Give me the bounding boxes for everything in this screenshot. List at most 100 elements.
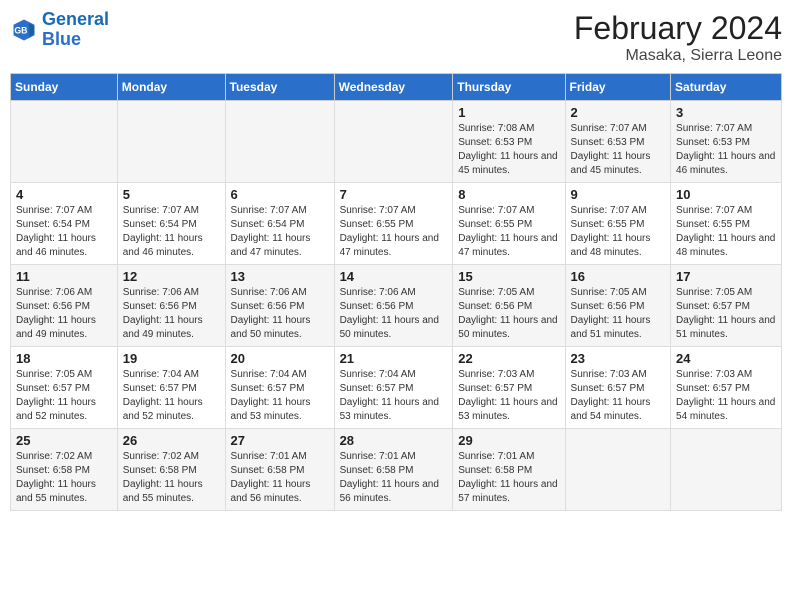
calendar-cell: [334, 101, 453, 183]
calendar-cell: 17 Sunrise: 7:05 AMSunset: 6:57 PMDayligh…: [671, 265, 782, 347]
calendar-cell: 6Sunrise: 7:07 AMSunset: 6:54 PMDaylight…: [225, 183, 334, 265]
week-row-1: 1Sunrise: 7:08 AMSunset: 6:53 PMDaylight…: [11, 101, 782, 183]
week-row-5: 25 Sunrise: 7:02 AMSunset: 6:58 PMDayligh…: [11, 429, 782, 511]
day-number: 17: [676, 269, 776, 284]
week-row-4: 18Sunrise: 7:05 AMSunset: 6:57 PMDayligh…: [11, 347, 782, 429]
calendar-cell: 10Sunrise: 7:07 AMSunset: 6:55 PMDayligh…: [671, 183, 782, 265]
day-number: 2: [571, 105, 666, 120]
day-number: 27: [231, 433, 329, 448]
day-info: Sunrise: 7:04 AMSunset: 6:57 PMDaylight:…: [123, 368, 220, 424]
day-number: 23: [571, 351, 666, 366]
day-info: Sunrise: 7:03 AMSunset: 6:57 PMDaylight:…: [458, 368, 559, 424]
day-number: 25: [16, 433, 112, 448]
header-cell-wednesday: Wednesday: [334, 74, 453, 101]
day-info: Sunrise: 7:02 AMSunset: 6:58 PMDaylight:…: [123, 450, 220, 506]
calendar-cell: 27 Sunrise: 7:01 AMSunset: 6:58 PMDayligh…: [225, 429, 334, 511]
week-row-2: 4Sunrise: 7:07 AMSunset: 6:54 PMDaylight…: [11, 183, 782, 265]
day-info: Sunrise: 7:01 AMSunset: 6:58 PMDaylight:…: [231, 450, 329, 506]
day-info: Sunrise: 7:03 AMSunset: 6:57 PMDaylight:…: [571, 368, 666, 424]
calendar-cell: 1Sunrise: 7:08 AMSunset: 6:53 PMDaylight…: [453, 101, 565, 183]
title-section: February 2024 Masaka, Sierra Leone: [574, 10, 782, 65]
day-number: 3: [676, 105, 776, 120]
day-info: Sunrise: 7:07 AMSunset: 6:55 PMDaylight:…: [458, 204, 559, 260]
calendar-cell: 9 Sunrise: 7:07 AMSunset: 6:55 PMDaylight…: [565, 183, 671, 265]
day-number: 29: [458, 433, 559, 448]
calendar-cell: [671, 429, 782, 511]
day-number: 11: [16, 269, 112, 284]
day-info: Sunrise: 7:06 AMSunset: 6:56 PMDaylight:…: [123, 286, 220, 342]
day-info: Sunrise: 7:04 AMSunset: 6:57 PMDaylight:…: [231, 368, 329, 424]
subtitle: Masaka, Sierra Leone: [574, 47, 782, 65]
day-info: Sunrise: 7:07 AMSunset: 6:55 PMDaylight:…: [340, 204, 448, 260]
day-number: 19: [123, 351, 220, 366]
calendar-cell: 23 Sunrise: 7:03 AMSunset: 6:57 PMDayligh…: [565, 347, 671, 429]
day-number: 1: [458, 105, 559, 120]
calendar-cell: 12 Sunrise: 7:06 AMSunset: 6:56 PMDayligh…: [117, 265, 225, 347]
main-title: February 2024: [574, 10, 782, 47]
calendar-cell: 21 Sunrise: 7:04 AMSunset: 6:57 PMDayligh…: [334, 347, 453, 429]
day-number: 22: [458, 351, 559, 366]
calendar-cell: 14Sunrise: 7:06 AMSunset: 6:56 PMDayligh…: [334, 265, 453, 347]
day-info: Sunrise: 7:07 AMSunset: 6:55 PMDaylight:…: [571, 204, 666, 260]
day-number: 26: [123, 433, 220, 448]
day-info: Sunrise: 7:05 AMSunset: 6:56 PMDaylight:…: [571, 286, 666, 342]
calendar-cell: 24Sunrise: 7:03 AMSunset: 6:57 PMDayligh…: [671, 347, 782, 429]
header-row: SundayMondayTuesdayWednesdayThursdayFrid…: [11, 74, 782, 101]
calendar-cell: 15Sunrise: 7:05 AMSunset: 6:56 PMDayligh…: [453, 265, 565, 347]
calendar-cell: 25Sunrise: 7:02 AMSunset: 6:58 PMDayligh…: [11, 429, 118, 511]
day-number: 5: [123, 187, 220, 202]
calendar-cell: 18Sunrise: 7:05 AMSunset: 6:57 PMDayligh…: [11, 347, 118, 429]
day-number: 28: [340, 433, 448, 448]
day-number: 16: [571, 269, 666, 284]
day-info: Sunrise: 7:05 AMSunset: 6:57 PMDaylight:…: [16, 368, 112, 424]
day-info: Sunrise: 7:06 AMSunset: 6:56 PMDaylight:…: [16, 286, 112, 342]
calendar-cell: 4Sunrise: 7:07 AMSunset: 6:54 PMDaylight…: [11, 183, 118, 265]
day-number: 20: [231, 351, 329, 366]
day-info: Sunrise: 7:06 AMSunset: 6:56 PMDaylight:…: [340, 286, 448, 342]
header-cell-tuesday: Tuesday: [225, 74, 334, 101]
header-cell-saturday: Saturday: [671, 74, 782, 101]
calendar-cell: 13 Sunrise: 7:06 AMSunset: 6:56 PMDayligh…: [225, 265, 334, 347]
header-cell-friday: Friday: [565, 74, 671, 101]
day-info: Sunrise: 7:07 AMSunset: 6:53 PMDaylight:…: [676, 122, 776, 178]
calendar-cell: 5Sunrise: 7:07 AMSunset: 6:54 PMDaylight…: [117, 183, 225, 265]
day-number: 9: [571, 187, 666, 202]
header-cell-sunday: Sunday: [11, 74, 118, 101]
calendar-cell: 3 Sunrise: 7:07 AMSunset: 6:53 PMDaylight…: [671, 101, 782, 183]
day-info: Sunrise: 7:05 AMSunset: 6:57 PMDaylight:…: [676, 286, 776, 342]
calendar-cell: 16 Sunrise: 7:05 AMSunset: 6:56 PMDayligh…: [565, 265, 671, 347]
header-cell-monday: Monday: [117, 74, 225, 101]
day-number: 10: [676, 187, 776, 202]
calendar-cell: 11 Sunrise: 7:06 AMSunset: 6:56 PMDayligh…: [11, 265, 118, 347]
logo-line1: General: [42, 9, 109, 29]
logo-icon: GB: [10, 16, 38, 44]
day-info: Sunrise: 7:01 AMSunset: 6:58 PMDaylight:…: [458, 450, 559, 506]
header: GB General Blue February 2024 Masaka, Si…: [10, 10, 782, 65]
day-info: Sunrise: 7:04 AMSunset: 6:57 PMDaylight:…: [340, 368, 448, 424]
day-number: 8: [458, 187, 559, 202]
logo-text: General Blue: [42, 10, 109, 50]
calendar-cell: 8 Sunrise: 7:07 AMSunset: 6:55 PMDaylight…: [453, 183, 565, 265]
week-row-3: 11 Sunrise: 7:06 AMSunset: 6:56 PMDayligh…: [11, 265, 782, 347]
calendar-cell: [565, 429, 671, 511]
day-number: 6: [231, 187, 329, 202]
calendar-cell: 19 Sunrise: 7:04 AMSunset: 6:57 PMDayligh…: [117, 347, 225, 429]
day-info: Sunrise: 7:03 AMSunset: 6:57 PMDaylight:…: [676, 368, 776, 424]
header-cell-thursday: Thursday: [453, 74, 565, 101]
day-number: 13: [231, 269, 329, 284]
calendar-cell: 7 Sunrise: 7:07 AMSunset: 6:55 PMDaylight…: [334, 183, 453, 265]
calendar-cell: [11, 101, 118, 183]
calendar-cell: 26 Sunrise: 7:02 AMSunset: 6:58 PMDayligh…: [117, 429, 225, 511]
day-number: 7: [340, 187, 448, 202]
logo-line2: Blue: [42, 29, 81, 49]
calendar-cell: 28 Sunrise: 7:01 AMSunset: 6:58 PMDayligh…: [334, 429, 453, 511]
calendar-cell: 20 Sunrise: 7:04 AMSunset: 6:57 PMDayligh…: [225, 347, 334, 429]
day-info: Sunrise: 7:07 AMSunset: 6:53 PMDaylight:…: [571, 122, 666, 178]
calendar-cell: 2 Sunrise: 7:07 AMSunset: 6:53 PMDaylight…: [565, 101, 671, 183]
day-number: 21: [340, 351, 448, 366]
day-info: Sunrise: 7:01 AMSunset: 6:58 PMDaylight:…: [340, 450, 448, 506]
day-info: Sunrise: 7:06 AMSunset: 6:56 PMDaylight:…: [231, 286, 329, 342]
day-number: 15: [458, 269, 559, 284]
calendar-cell: [225, 101, 334, 183]
day-number: 12: [123, 269, 220, 284]
